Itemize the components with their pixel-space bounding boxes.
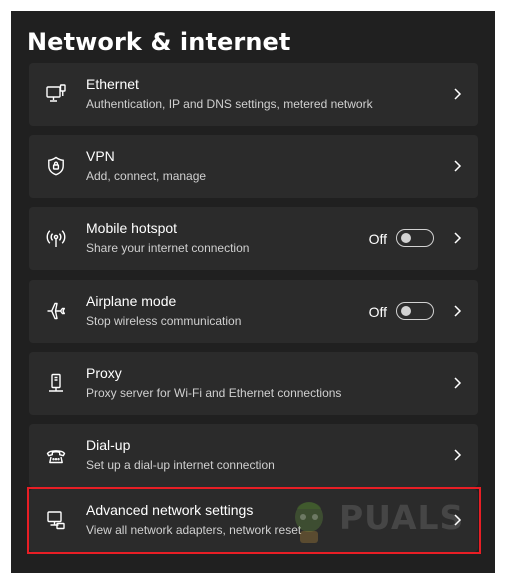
watermark-mascot-icon: [295, 502, 323, 543]
setting-mobile-hotspot[interactable]: Mobile hotspot Share your internet conne…: [29, 207, 478, 270]
appuals-watermark: PUALS: [281, 491, 471, 547]
airplane-mode-toggle[interactable]: [396, 302, 434, 320]
chevron-right-icon: [450, 85, 464, 103]
setting-description: Share your internet connection: [86, 241, 250, 255]
chevron-right-icon: [450, 374, 464, 392]
setting-title: Dial-up: [86, 437, 131, 453]
page-title: Network & internet: [27, 28, 291, 56]
setting-title: Ethernet: [86, 76, 139, 92]
setting-vpn[interactable]: VPN Add, connect, manage: [29, 135, 478, 198]
setting-description: Add, connect, manage: [86, 169, 207, 183]
chevron-right-icon: [450, 157, 464, 175]
proxy-icon: [45, 372, 67, 394]
toggle-knob: [401, 233, 411, 243]
settings-window: Ethernet Authentication, IP and DNS sett…: [11, 11, 495, 573]
setting-title: Mobile hotspot: [86, 220, 178, 236]
ethernet-icon: [45, 83, 67, 105]
hotspot-icon: [45, 227, 67, 249]
chevron-right-icon: [450, 302, 464, 320]
watermark-text: PUALS: [339, 498, 465, 537]
setting-dial-up[interactable]: Dial-up Set up a dial-up internet connec…: [29, 424, 478, 487]
setting-title: VPN: [86, 148, 115, 164]
setting-ethernet[interactable]: Ethernet Authentication, IP and DNS sett…: [29, 63, 478, 126]
toggle-state-label: Off: [368, 304, 387, 320]
toggle-knob: [401, 306, 411, 316]
vpn-shield-icon: [45, 155, 67, 177]
setting-proxy[interactable]: Proxy Proxy server for Wi-Fi and Etherne…: [29, 352, 478, 415]
setting-airplane-mode[interactable]: Airplane mode Stop wireless communicatio…: [29, 280, 478, 343]
setting-title: Airplane mode: [86, 293, 177, 309]
setting-description: Authentication, IP and DNS settings, met…: [86, 97, 373, 111]
toggle-state-label: Off: [368, 231, 387, 247]
setting-title: Proxy: [86, 365, 122, 381]
chevron-right-icon: [450, 446, 464, 464]
setting-description: Set up a dial-up internet connection: [86, 458, 275, 472]
airplane-icon: [45, 300, 67, 322]
setting-description: Proxy server for Wi-Fi and Ethernet conn…: [86, 386, 342, 400]
mobile-hotspot-toggle[interactable]: [396, 229, 434, 247]
chevron-right-icon: [450, 229, 464, 247]
dial-up-icon: [45, 444, 67, 466]
setting-description: Stop wireless communication: [86, 314, 242, 328]
settings-list: Ethernet Authentication, IP and DNS sett…: [11, 11, 495, 573]
